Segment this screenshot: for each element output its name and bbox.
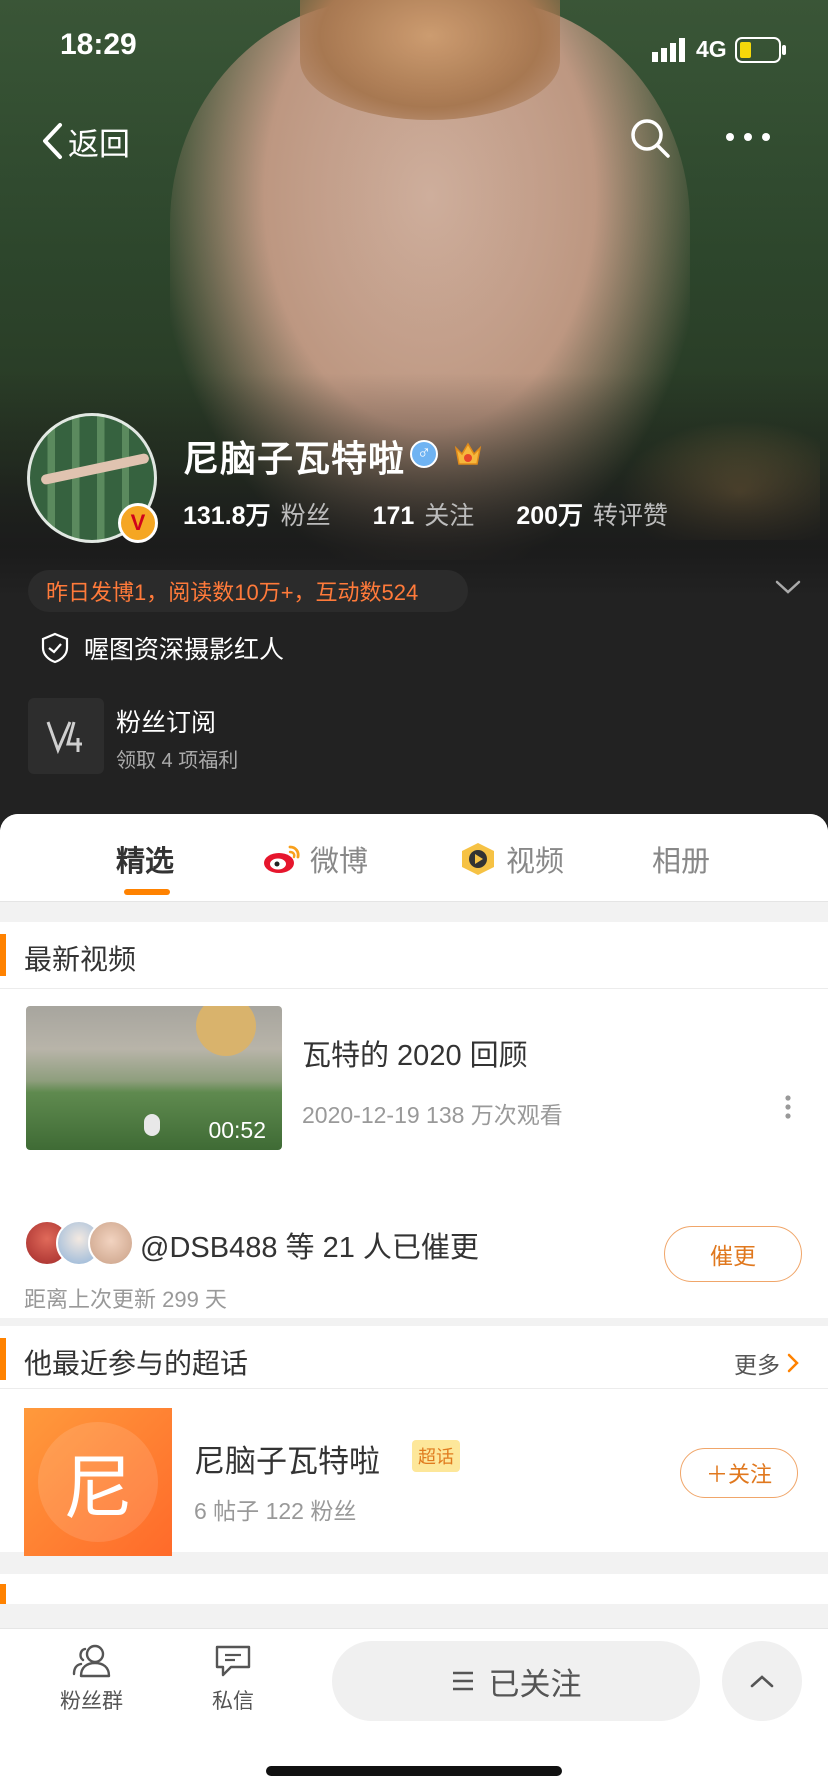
home-indicator[interactable] <box>266 1766 562 1776</box>
likes-label: 转评赞 <box>593 502 669 530</box>
super-topic-section: 他最近参与的超话 更多 尼 尼脑子瓦特啦 超话 6 帖子 122 粉丝 ＋关注 <box>0 1326 828 1556</box>
chevron-up-icon <box>750 1675 774 1688</box>
chevron-right-icon <box>787 1353 799 1373</box>
certification-label: 喔图资深摄影红人 <box>84 636 285 664</box>
divider <box>0 988 828 989</box>
fan-subscription-icon[interactable] <box>28 698 104 774</box>
tab-label: 视频 <box>506 846 565 878</box>
tab-video[interactable]: 视频 <box>458 838 564 880</box>
chevron-left-icon <box>43 123 62 159</box>
thumbnail-figure <box>144 1114 160 1136</box>
subscription-subtitle: 领取 4 项福利 <box>116 750 239 772</box>
section-accent-bar <box>0 934 6 976</box>
tab-album[interactable]: 相册 <box>652 838 710 880</box>
tab-featured[interactable]: 精选 <box>116 838 174 880</box>
super-topic-icon[interactable]: 尼 <box>24 1408 172 1556</box>
topic-icon-char: 尼 <box>63 1448 133 1527</box>
back-button[interactable]: 返回 <box>40 118 130 164</box>
tab-label: 相册 <box>652 846 711 878</box>
section-title: 他最近参与的超话 <box>24 1348 249 1379</box>
followers-count: 131.8万 <box>183 502 271 530</box>
search-icon <box>631 119 670 158</box>
weibo-icon <box>264 845 300 873</box>
more-vertical-icon <box>785 1095 791 1119</box>
following-stat[interactable]: 171 关注 <box>373 496 475 532</box>
followed-button[interactable]: 已关注 <box>332 1641 700 1721</box>
video-meta: 2020-12-19 138 万次观看 <box>302 1102 563 1128</box>
video-title[interactable]: 瓦特的 2020 回顾 <box>302 1032 528 1074</box>
scroll-top-button[interactable] <box>722 1641 802 1721</box>
chat-icon <box>215 1645 251 1677</box>
urge-update-row: @DSB488 等 21 人已催更 距离上次更新 299 天 催更 <box>0 1210 828 1318</box>
tab-label: 微博 <box>310 846 369 878</box>
activity-summary[interactable]: 昨日发博1，阅读数10万+，互动数524 <box>28 570 468 612</box>
expand-button[interactable] <box>774 578 802 601</box>
section-title: 最新视频 <box>24 944 137 975</box>
more-dots-icon <box>726 133 770 141</box>
video-thumbnail[interactable]: 00:52 <box>26 1006 282 1150</box>
group-icon <box>72 1644 110 1678</box>
super-topic-stats: 6 帖子 122 粉丝 <box>194 1498 357 1524</box>
profile-tabs: 精选 微博 视频 相册 <box>0 814 828 902</box>
video-duration: 00:52 <box>208 1117 266 1143</box>
network-type: 4G <box>696 36 727 62</box>
search-button[interactable] <box>628 116 672 165</box>
menu-lines-icon <box>452 1671 473 1691</box>
messages-label: 私信 <box>212 1690 254 1713</box>
followers-stat[interactable]: 131.8万 粉丝 <box>183 496 331 532</box>
likes-stat[interactable]: 200万 转评赞 <box>516 496 668 532</box>
verified-badge: V <box>118 503 158 543</box>
avatar-art <box>40 452 150 486</box>
status-time: 18:29 <box>60 28 137 61</box>
video-more-button[interactable] <box>784 1094 792 1125</box>
next-section <box>0 1574 828 1604</box>
profile-name: 尼脑子瓦特啦 <box>183 438 406 479</box>
gender-male-icon: ♂ <box>410 440 438 468</box>
more-button[interactable] <box>724 130 772 148</box>
vip-crown-icon[interactable] <box>452 438 484 475</box>
urge-update-button[interactable]: 催更 <box>664 1226 802 1282</box>
super-topic-tag: 超话 <box>412 1440 460 1472</box>
fans-group-label: 粉丝群 <box>60 1690 123 1713</box>
status-indicators: 4G <box>652 36 787 63</box>
subscription-title[interactable]: 粉丝订阅 <box>116 703 216 739</box>
follow-topic-button[interactable]: ＋关注 <box>680 1448 798 1498</box>
avatar <box>88 1220 134 1266</box>
messages-button[interactable]: 私信 <box>212 1643 254 1715</box>
section-accent-bar <box>0 1338 6 1380</box>
battery-icon <box>734 36 786 63</box>
divider <box>0 1388 828 1389</box>
section-accent-bar <box>0 1584 6 1604</box>
thumbnail-art <box>196 1006 256 1056</box>
urge-text: @DSB488 等 21 人已催更 <box>140 1232 479 1264</box>
profile-stats: 131.8万 粉丝 171 关注 200万 转评赞 <box>183 496 668 532</box>
more-link[interactable]: 更多 <box>734 1346 800 1380</box>
certification: 喔图资深摄影红人 <box>40 630 284 666</box>
chevron-down-icon <box>775 580 801 594</box>
tab-weibo[interactable]: 微博 <box>262 838 368 880</box>
active-tab-indicator <box>124 889 170 895</box>
back-label: 返回 <box>68 126 130 162</box>
signal-icon <box>652 37 685 62</box>
shield-icon <box>41 632 69 664</box>
last-update-text: 距离上次更新 299 天 <box>24 1287 227 1312</box>
more-label: 更多 <box>734 1352 780 1378</box>
fans-group-button[interactable]: 粉丝群 <box>60 1643 123 1715</box>
likes-count: 200万 <box>516 502 584 530</box>
following-label: 关注 <box>424 502 475 530</box>
tab-label: 精选 <box>116 846 175 878</box>
followers-label: 粉丝 <box>280 502 331 530</box>
followed-label: 已关注 <box>488 1666 582 1702</box>
following-count: 171 <box>372 502 415 530</box>
video-play-icon <box>462 843 494 875</box>
super-topic-name[interactable]: 尼脑子瓦特啦 <box>194 1436 380 1481</box>
